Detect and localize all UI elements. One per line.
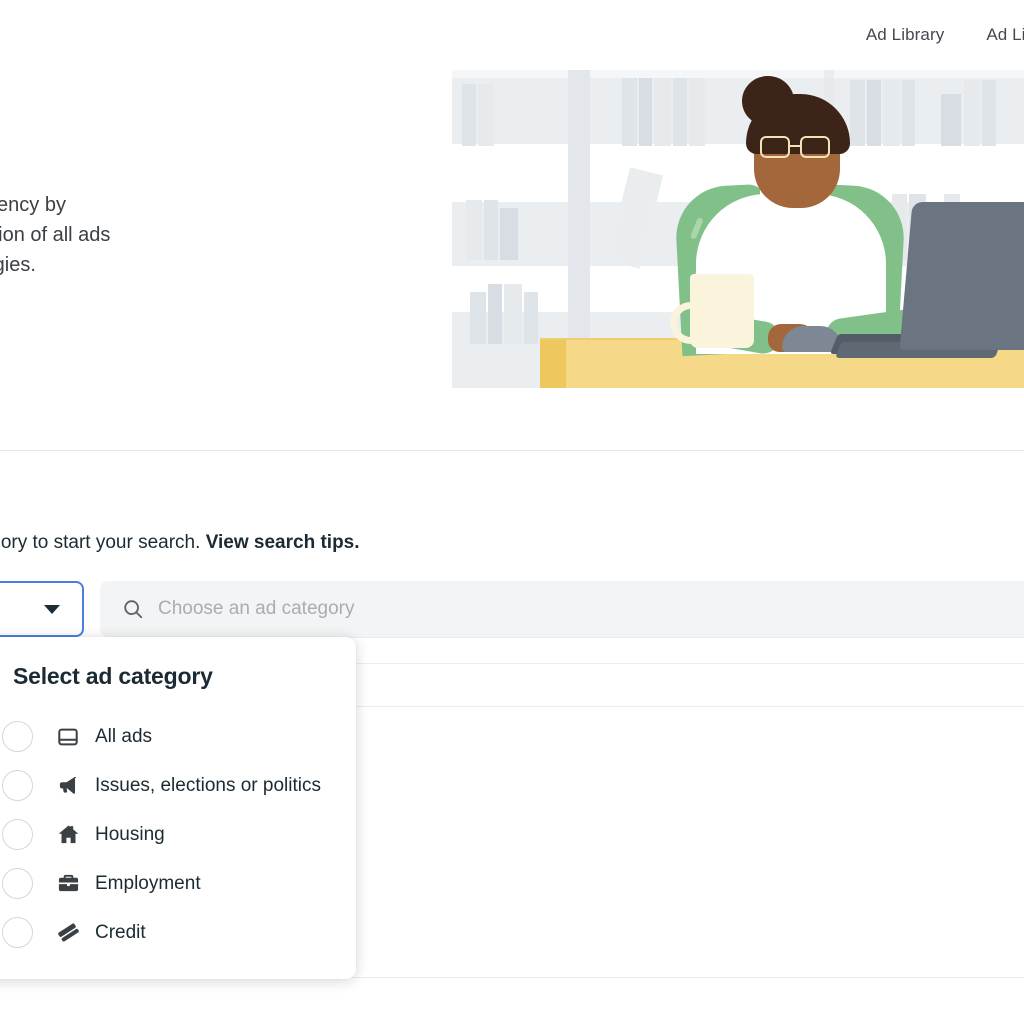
book: [478, 84, 494, 146]
book: [470, 292, 486, 344]
search-instructions-text: and choose an ad category to start your …: [0, 532, 201, 553]
ad-category-dropdown-panel: Select ad category All ads Issues, elect…: [0, 637, 356, 979]
credit-cards-icon: [51, 921, 85, 944]
book: [466, 200, 482, 260]
nav-link-ad-library-report[interactable]: Ad Library R: [986, 25, 1024, 45]
hero-section: ry ovides advertising transparency by he…: [0, 70, 1024, 388]
top-navigation: Ad Library Ad Library R: [0, 0, 1024, 70]
briefcase-icon: [51, 872, 85, 895]
book: [982, 80, 996, 146]
book: [964, 80, 980, 146]
book: [941, 94, 961, 146]
search-controls-row: Ad category Choose an ad category: [0, 581, 1024, 637]
shelf-band-1: [452, 70, 1024, 78]
glasses-icon: [758, 136, 836, 158]
radio-all-ads[interactable]: [2, 721, 33, 752]
book: [504, 284, 522, 344]
dropdown-option-label: Issues, elections or politics: [95, 774, 321, 796]
radio-issues-elections-politics[interactable]: [2, 770, 33, 801]
megaphone-icon: [51, 774, 85, 797]
book: [622, 78, 637, 146]
search-instructions: and choose an ad category to start your …: [0, 532, 360, 554]
dropdown-title: Select ad category: [13, 663, 213, 689]
ad-category-dropdown-button[interactable]: Ad category: [0, 581, 84, 637]
hero-description-line-1: ovides advertising transparency by: [0, 194, 66, 216]
page-root: Ad Library Ad Library R ry ovides advert…: [0, 0, 1024, 1024]
search-input[interactable]: Choose an ad category: [100, 581, 1024, 637]
search-icon: [124, 600, 143, 619]
hero-description-line-3: from across Meta technologies.: [0, 254, 36, 276]
hair-bun: [742, 76, 794, 126]
radio-housing[interactable]: [2, 819, 33, 850]
dropdown-option-label: Credit: [95, 921, 146, 943]
chevron-down-icon: [44, 604, 60, 614]
nav-links: Ad Library Ad Library R: [866, 25, 1024, 45]
hero-illustration: [452, 70, 1024, 388]
dropdown-option-all-ads[interactable]: All ads: [0, 712, 356, 761]
coffee-mug: [690, 274, 754, 348]
dropdown-option-label: Housing: [95, 823, 165, 845]
hero-description: ovides advertising transparency by hensi…: [0, 190, 458, 280]
laptop-screen: [899, 202, 1024, 350]
book: [524, 292, 538, 344]
section-divider: [0, 450, 1024, 451]
book: [484, 200, 498, 260]
desk-edge: [540, 340, 566, 388]
dropdown-option-employment[interactable]: Employment: [0, 859, 356, 908]
dropdown-option-credit[interactable]: Credit: [0, 908, 356, 957]
book: [488, 284, 502, 344]
radio-credit[interactable]: [2, 917, 33, 948]
window-icon: [51, 726, 85, 748]
hero-description-line-2: hensive, searchable collection of all ad…: [0, 224, 111, 246]
hero-text-column: ry ovides advertising transparency by he…: [0, 70, 452, 388]
radio-employment[interactable]: [2, 868, 33, 899]
dropdown-option-issues-elections-politics[interactable]: Issues, elections or politics: [0, 761, 356, 810]
house-icon: [51, 823, 85, 846]
dropdown-option-housing[interactable]: Housing: [0, 810, 356, 859]
nav-link-ad-library[interactable]: Ad Library: [866, 25, 944, 45]
dropdown-option-label: All ads: [95, 725, 153, 747]
book: [500, 208, 518, 260]
search-input-placeholder: Choose an ad category: [158, 598, 355, 619]
book: [462, 84, 476, 146]
dropdown-option-label: Employment: [95, 872, 201, 894]
view-search-tips-link[interactable]: View search tips.: [206, 532, 360, 553]
